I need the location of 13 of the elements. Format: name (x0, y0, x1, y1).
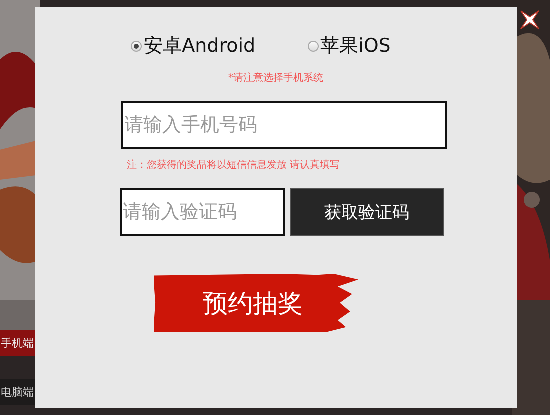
get-code-button[interactable]: 获取验证码 (290, 188, 444, 236)
radio-icon[interactable] (131, 40, 142, 52)
side-tab[interactable]: 电脑端 (0, 379, 35, 405)
code-input-field[interactable]: 请输入验证码 (120, 188, 285, 236)
close-icon[interactable] (520, 10, 540, 30)
submit-button[interactable]: 预约抽奖 (154, 274, 358, 332)
phone-input-field[interactable]: 请输入手机号码 (120, 101, 446, 149)
radio-icon[interactable] (308, 40, 319, 52)
notice-text: 注：您获得的奖品将以短信信息发放 请认真填写 (127, 158, 340, 172)
platform-radio[interactable]: 苹果iOS (308, 33, 391, 59)
platform-hint: *请注意选择手机系统 (228, 72, 324, 85)
radio-label: 苹果iOS (320, 34, 391, 59)
side-tab[interactable]: 手机端 (0, 330, 35, 356)
